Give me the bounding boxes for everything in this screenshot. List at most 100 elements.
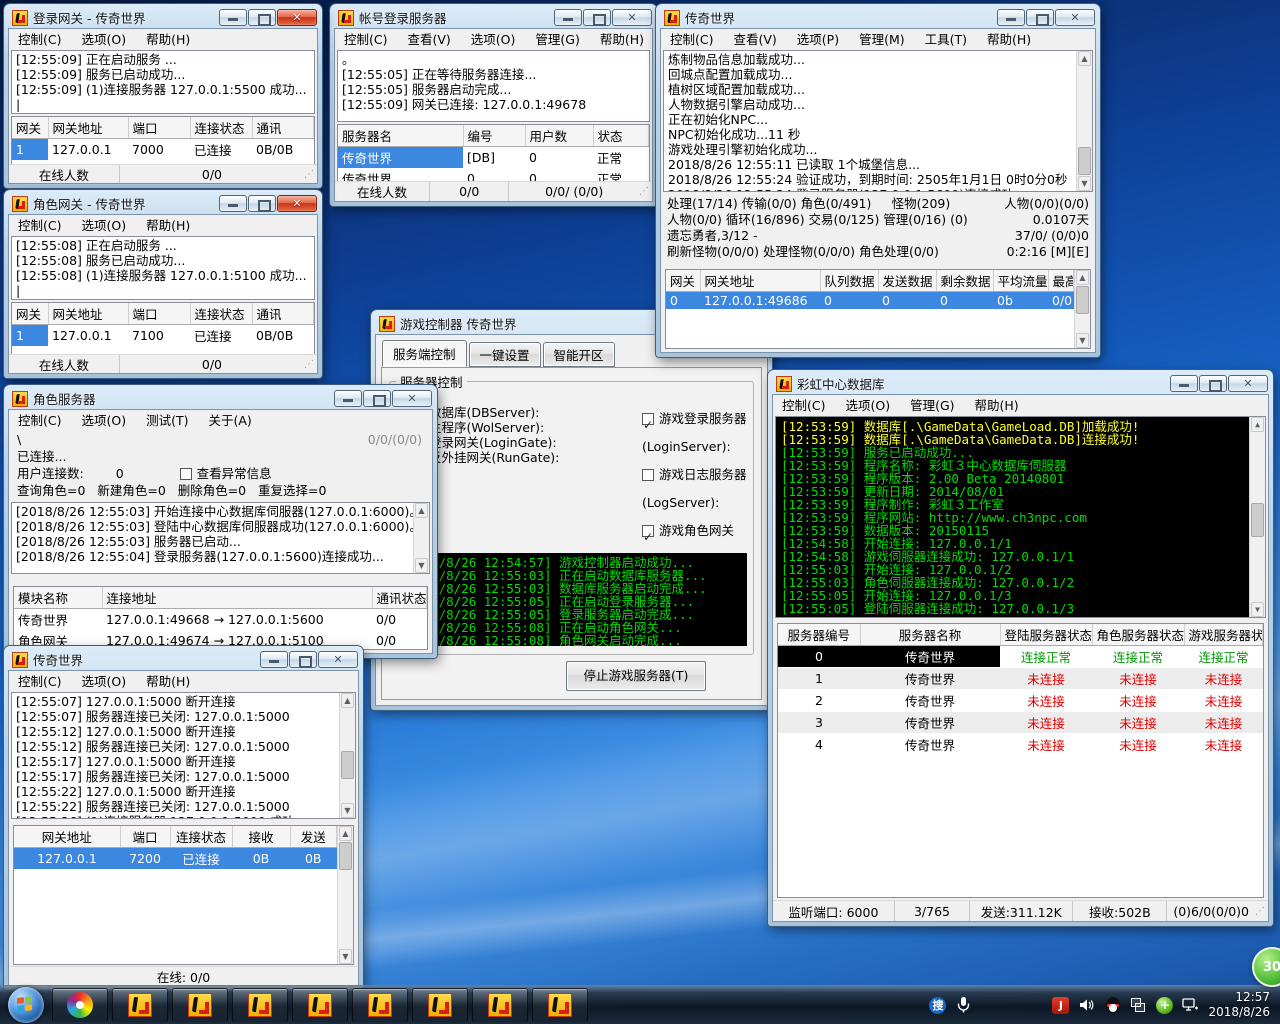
menu-item[interactable]: 帮助(H) xyxy=(146,218,190,233)
table-header-row[interactable]: 网关网关地址队列数据 发送数据剩余数据平均流量 最高人数 xyxy=(666,270,1074,292)
menu-item[interactable]: 选项(O) xyxy=(845,398,890,413)
menu-item[interactable]: 选项(P) xyxy=(797,32,839,47)
table-row[interactable]: 2传奇世界未连接未连接未连接 xyxy=(778,690,1263,712)
resize-grip[interactable]: ⋰ xyxy=(639,186,652,197)
close-button[interactable]: ✕ xyxy=(277,195,317,212)
menu-item[interactable]: 查看(V) xyxy=(733,32,776,47)
minimize-button[interactable] xyxy=(554,9,582,26)
table-row[interactable]: 1127.0.0.17100 已连接0B/0B xyxy=(12,325,314,347)
titlebar[interactable]: 角色网关 - 传奇世界 ✕ xyxy=(8,190,318,214)
close-button[interactable]: ✕ xyxy=(1055,9,1095,26)
taskbar-button-app-8[interactable] xyxy=(532,988,588,1022)
minimize-button[interactable] xyxy=(334,390,362,407)
taskbar-button-app-4[interactable] xyxy=(292,988,348,1022)
menu-item[interactable]: 管理(G) xyxy=(910,398,954,413)
close-button[interactable]: ✕ xyxy=(318,651,358,668)
checkbox-checked-icon[interactable] xyxy=(642,413,654,425)
microphone-icon[interactable] xyxy=(955,997,972,1014)
resize-grip[interactable]: ⋰ xyxy=(304,359,317,370)
menu-item[interactable]: 帮助(H) xyxy=(975,398,1019,413)
menu-item[interactable]: 选项(O) xyxy=(81,218,126,233)
resize-grip[interactable]: ⋰ xyxy=(304,169,317,180)
maximize-button[interactable] xyxy=(583,9,611,26)
menu-item[interactable]: 选项(O) xyxy=(471,32,516,47)
checkbox-unchecked-icon[interactable] xyxy=(642,469,654,481)
taskbar-button-app-3[interactable] xyxy=(232,988,288,1022)
menu-item[interactable]: 工具(T) xyxy=(925,32,967,47)
check-login-server[interactable]: 游戏登录服务器(LoginServer): xyxy=(642,405,753,461)
table-header-row[interactable]: 网关地址端口 连接状态接收 发送 xyxy=(14,826,337,848)
tab-server-control[interactable]: 服务端控制 xyxy=(382,340,467,367)
table-row[interactable]: 0127.0.0.1:496860 000b 0/0 xyxy=(666,292,1074,310)
menu-item[interactable]: 管理(M) xyxy=(859,32,905,47)
menu-item[interactable]: 控制(C) xyxy=(344,32,387,47)
network-icon[interactable] xyxy=(1182,997,1199,1014)
tab-smart-open[interactable]: 智能开区 xyxy=(543,342,615,367)
table-scrollbar[interactable]: ▲▼ xyxy=(1074,270,1090,348)
taskbar-clock[interactable]: 12:57 2018/8/26 xyxy=(1208,990,1270,1020)
close-button[interactable]: ✕ xyxy=(277,9,317,26)
checkbox-checked-icon[interactable] xyxy=(642,525,654,537)
close-button[interactable]: ✕ xyxy=(1228,375,1268,392)
maximize-button[interactable] xyxy=(363,390,391,407)
volume-icon[interactable] xyxy=(1078,997,1095,1014)
checkbox-unchecked-icon[interactable] xyxy=(180,468,192,480)
titlebar[interactable]: 登录网关 - 传奇世界 ✕ xyxy=(8,4,318,28)
menu-item[interactable]: 测试(T) xyxy=(146,413,188,428)
stop-game-server-button[interactable]: 停止游戏服务器(T) xyxy=(566,661,706,691)
table-row[interactable]: 3传奇世界未连接未连接未连接 xyxy=(778,712,1263,734)
tab-onekey-setup[interactable]: 一键设置 xyxy=(469,342,541,367)
tray-app-icon[interactable]: J xyxy=(1052,997,1069,1014)
menu-item[interactable]: 关于(A) xyxy=(208,413,251,428)
qq-icon[interactable] xyxy=(1104,997,1121,1014)
menu-item[interactable]: 选项(O) xyxy=(81,32,126,47)
menu-item[interactable]: 控制(C) xyxy=(18,218,61,233)
table-row[interactable]: 1127.0.0.17000 已连接0B/0B xyxy=(12,139,314,161)
titlebar[interactable]: 角色服务器 ✕ xyxy=(8,385,433,409)
menu-item[interactable]: 管理(G) xyxy=(535,32,579,47)
taskbar-button-app-1[interactable] xyxy=(112,988,168,1022)
table-header-row[interactable]: 网关网关地址端口 连接状态通讯 xyxy=(12,117,314,139)
taskbar-button-app-7[interactable] xyxy=(472,988,528,1022)
check-log-server[interactable]: 游戏日志服务器(LogServer): xyxy=(642,461,753,517)
menu-item[interactable]: 选项(O) xyxy=(81,413,126,428)
console-scrollbar[interactable]: ▲▼ xyxy=(1249,417,1265,617)
table-row[interactable]: 127.0.0.17200已连接 0B0B xyxy=(14,848,337,870)
table-row[interactable]: 传奇世界127.0.0.1:49668 → 127.0.0.1:56000/0 xyxy=(14,609,427,630)
table-header-row[interactable]: 服务器名编号 用户数状态 xyxy=(338,125,649,147)
table-row[interactable]: 传奇世界[DB] 0正常 xyxy=(338,147,649,169)
titlebar[interactable]: 传奇世界 ✕ xyxy=(8,646,359,670)
maximize-button[interactable] xyxy=(1026,9,1054,26)
menu-item[interactable]: 帮助(H) xyxy=(600,32,644,47)
360-safety-icon[interactable]: + xyxy=(1156,997,1173,1014)
table-header-row[interactable]: 网关网关地址端口 连接状态通讯 xyxy=(12,303,314,325)
maximize-button[interactable] xyxy=(248,9,276,26)
menu-item[interactable]: 帮助(H) xyxy=(146,674,190,689)
table-row[interactable]: 4传奇世界未连接未连接未连接 xyxy=(778,734,1263,756)
log-scrollbar[interactable]: ▲▼ xyxy=(339,693,355,818)
minimize-button[interactable] xyxy=(260,651,288,668)
maximize-button[interactable] xyxy=(248,195,276,212)
start-button[interactable] xyxy=(8,987,44,1023)
minimize-button[interactable] xyxy=(219,9,247,26)
menu-item[interactable]: 控制(C) xyxy=(18,32,61,47)
view-errors-checkbox[interactable]: 查看异常信息 xyxy=(180,466,272,481)
table-row[interactable]: 1传奇世界未连接未连接未连接 xyxy=(778,668,1263,690)
menu-item[interactable]: 控制(C) xyxy=(18,413,61,428)
titlebar[interactable]: 传奇世界 ✕ xyxy=(660,4,1096,28)
menu-item[interactable]: 选项(O) xyxy=(81,674,126,689)
resize-grip[interactable]: ⋰ xyxy=(1255,906,1268,917)
minimize-button[interactable] xyxy=(997,9,1025,26)
taskbar-button-app-5[interactable] xyxy=(352,988,408,1022)
log-scrollbar[interactable]: ▲▼ xyxy=(1076,51,1092,191)
log-scrollbar[interactable]: ▲▼ xyxy=(413,503,429,573)
menu-item[interactable]: 帮助(H) xyxy=(987,32,1031,47)
minimize-button[interactable] xyxy=(219,195,247,212)
table-header-row[interactable]: 服务器编号服务器名称 登陆服务器状态角色服务器状态 游戏服务器状态 xyxy=(778,624,1263,646)
menu-item[interactable]: 控制(C) xyxy=(782,398,825,413)
close-button[interactable]: ✕ xyxy=(392,390,432,407)
ime-icon[interactable]: 搜 xyxy=(929,997,946,1014)
speedup-ball-badge[interactable]: 30 xyxy=(1252,947,1280,987)
taskbar-button-app-6[interactable] xyxy=(412,988,468,1022)
maximize-button[interactable] xyxy=(289,651,317,668)
